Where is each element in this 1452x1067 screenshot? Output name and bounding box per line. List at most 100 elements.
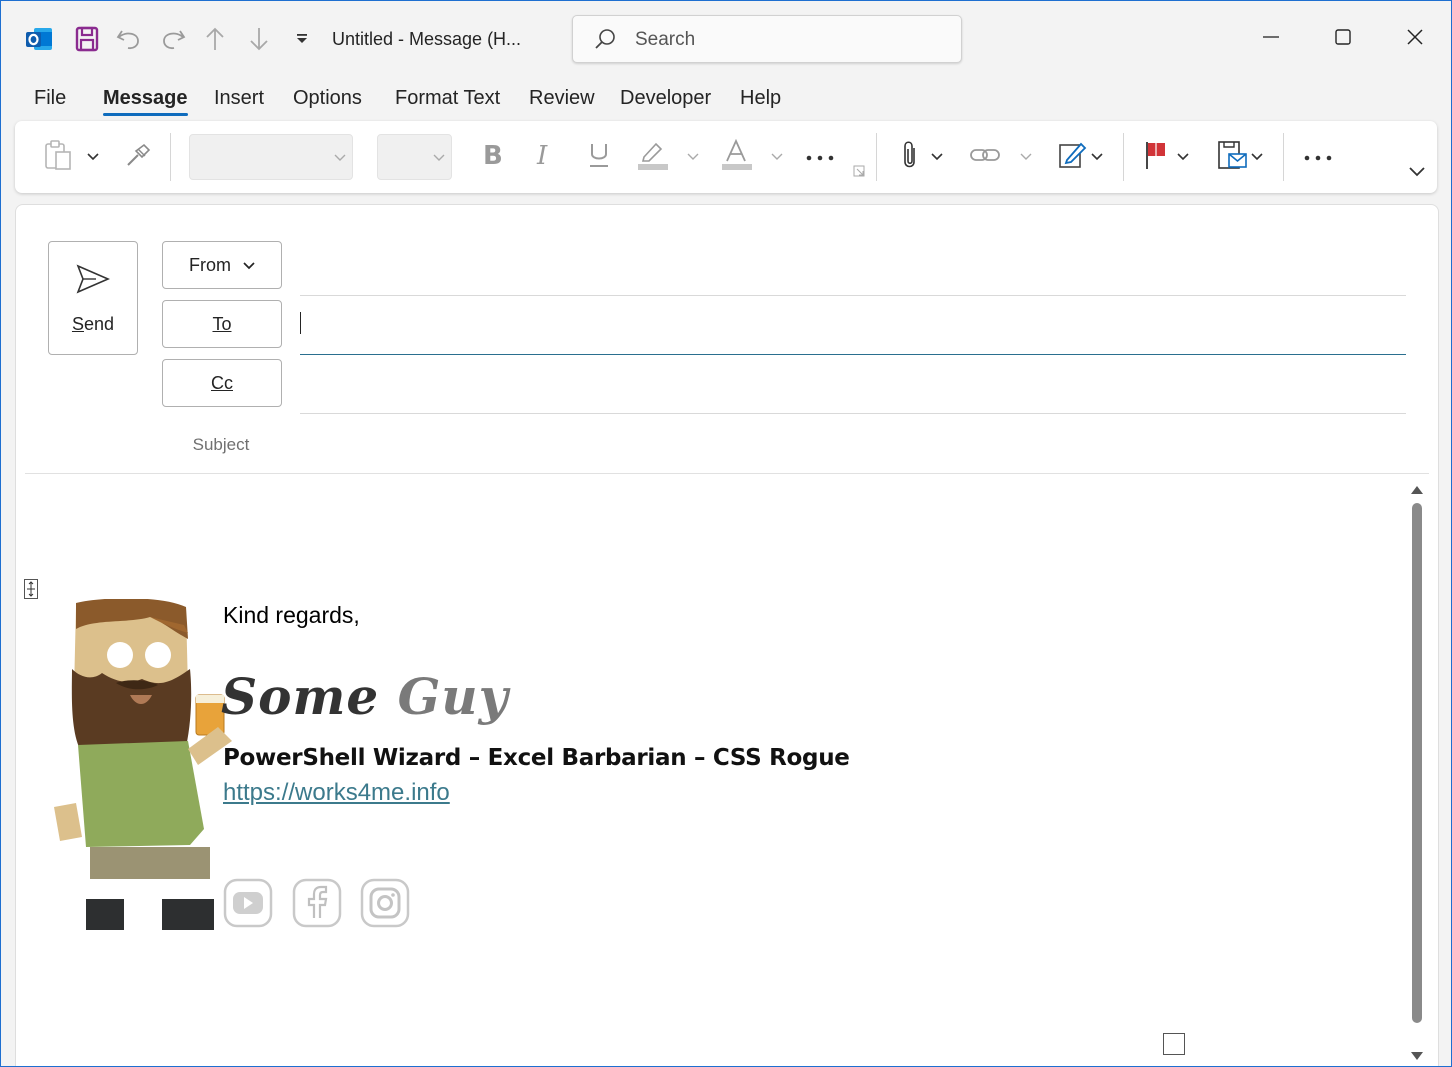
customize-quick-access-icon[interactable] <box>291 23 313 55</box>
paste-button[interactable] <box>37 121 79 193</box>
attach-file-dropdown[interactable] <box>929 121 945 193</box>
youtube-icon[interactable] <box>223 878 273 928</box>
outlook-message-window: Untitled - Message (H... Search File Mes… <box>0 0 1452 1067</box>
subject-input[interactable] <box>306 427 1406 467</box>
tab-message[interactable]: Message <box>103 87 188 116</box>
search-icon <box>593 27 617 56</box>
highlight-dropdown[interactable] <box>685 121 701 193</box>
font-color-button[interactable] <box>719 121 753 193</box>
template-button[interactable] <box>1215 121 1249 193</box>
minimize-button[interactable] <box>1247 19 1295 59</box>
cc-input[interactable] <box>306 365 1406 405</box>
follow-up-dropdown[interactable] <box>1175 121 1191 193</box>
signature-link[interactable]: https://works4me.info <box>223 779 450 807</box>
chevron-down-icon <box>87 148 99 166</box>
vertical-scrollbar[interactable] <box>1410 481 1424 1066</box>
paperclip-icon <box>900 140 920 175</box>
chevron-down-icon <box>1409 164 1425 182</box>
attach-file-button[interactable] <box>895 121 925 193</box>
signature-button[interactable] <box>1055 121 1089 193</box>
bold-button[interactable]: B <box>475 121 507 193</box>
clipboard-icon <box>43 139 73 176</box>
link-dropdown[interactable] <box>1018 121 1034 193</box>
more-icon <box>1304 148 1332 166</box>
chevron-down-icon <box>1091 148 1103 166</box>
font-size-combo[interactable] <box>377 134 452 180</box>
paste-options-dropdown[interactable] <box>85 121 101 193</box>
from-label: From <box>189 254 231 275</box>
template-dropdown[interactable] <box>1249 121 1265 193</box>
tab-review[interactable]: Review <box>529 87 595 110</box>
header-separator <box>25 473 1429 474</box>
more-commands-button[interactable] <box>1301 121 1335 193</box>
link-button[interactable] <box>967 121 1003 193</box>
greeting-text: Kind regards, <box>223 602 360 628</box>
expand-ribbon-button[interactable] <box>1407 161 1427 185</box>
more-formatting-button[interactable] <box>803 121 837 193</box>
to-button[interactable]: To <box>162 300 282 348</box>
italic-icon: I <box>533 141 555 173</box>
to-label: To <box>212 313 232 334</box>
underline-button[interactable] <box>583 121 615 193</box>
italic-button[interactable]: I <box>529 121 559 193</box>
mail-template-icon <box>1216 139 1248 176</box>
cc-label: Cc <box>211 372 233 393</box>
dialog-launcher-icon <box>853 164 865 182</box>
svg-text:B: B <box>483 142 502 168</box>
chevron-down-icon <box>771 148 783 166</box>
tab-file[interactable]: File <box>34 87 66 110</box>
maximize-icon <box>1334 28 1352 51</box>
chevron-down-icon <box>1251 148 1263 166</box>
format-painter-icon <box>124 141 152 174</box>
tab-developer[interactable]: Developer <box>620 87 711 110</box>
highlight-button[interactable] <box>635 121 669 193</box>
send-button[interactable]: Send <box>48 241 138 355</box>
compose-pane: Send From To Cc Subject Kind regards, So… <box>15 204 1439 1066</box>
text-caret <box>300 312 301 334</box>
checkbox-handle[interactable] <box>1163 1033 1185 1055</box>
facebook-icon[interactable] <box>292 878 342 928</box>
font-name-combo[interactable] <box>189 134 353 180</box>
outlook-logo-icon <box>23 23 55 55</box>
signature-dropdown[interactable] <box>1089 121 1105 193</box>
redo-icon[interactable] <box>159 23 187 55</box>
close-icon <box>1406 28 1424 51</box>
undo-icon[interactable] <box>115 23 143 55</box>
subject-label: Subject <box>192 435 250 454</box>
table-move-handle[interactable] <box>24 579 38 599</box>
chevron-down-icon <box>433 149 445 167</box>
font-color-dropdown[interactable] <box>769 121 785 193</box>
tab-insert[interactable]: Insert <box>214 87 264 110</box>
from-button[interactable]: From <box>162 241 282 289</box>
tab-help[interactable]: Help <box>740 87 781 110</box>
scrollbar-thumb[interactable] <box>1412 503 1422 1023</box>
ribbon-toolbar: B I <box>15 121 1437 193</box>
title-bar: Untitled - Message (H... Search <box>1 1 1451 77</box>
more-icon <box>806 148 834 166</box>
tab-options[interactable]: Options <box>293 87 362 110</box>
instagram-icon[interactable] <box>360 878 410 928</box>
chevron-down-icon <box>1020 148 1032 166</box>
tab-format-text[interactable]: Format Text <box>395 87 500 110</box>
font-dialog-launcher[interactable] <box>851 161 867 185</box>
search-box[interactable]: Search <box>572 15 962 63</box>
from-field-line <box>300 295 1406 296</box>
arrow-up-icon[interactable] <box>201 23 229 55</box>
to-input[interactable] <box>306 305 1406 345</box>
signature-title: PowerShell Wizard – Excel Barbarian – CS… <box>223 745 850 771</box>
cc-button[interactable]: Cc <box>162 359 282 407</box>
minimize-icon <box>1262 28 1280 51</box>
underline-icon <box>587 141 611 174</box>
ribbon-separator <box>1283 133 1284 181</box>
close-button[interactable] <box>1391 19 1439 59</box>
avatar <box>50 598 250 933</box>
save-icon[interactable] <box>73 23 101 55</box>
signature-name-first: Some <box>221 667 380 726</box>
ribbon-separator <box>1123 133 1124 181</box>
to-field-line <box>300 354 1406 355</box>
ribbon-separator <box>170 133 171 181</box>
maximize-button[interactable] <box>1319 19 1367 59</box>
format-painter-button[interactable] <box>121 121 155 193</box>
arrow-down-icon[interactable] <box>245 23 273 55</box>
follow-up-flag-button[interactable] <box>1141 121 1171 193</box>
